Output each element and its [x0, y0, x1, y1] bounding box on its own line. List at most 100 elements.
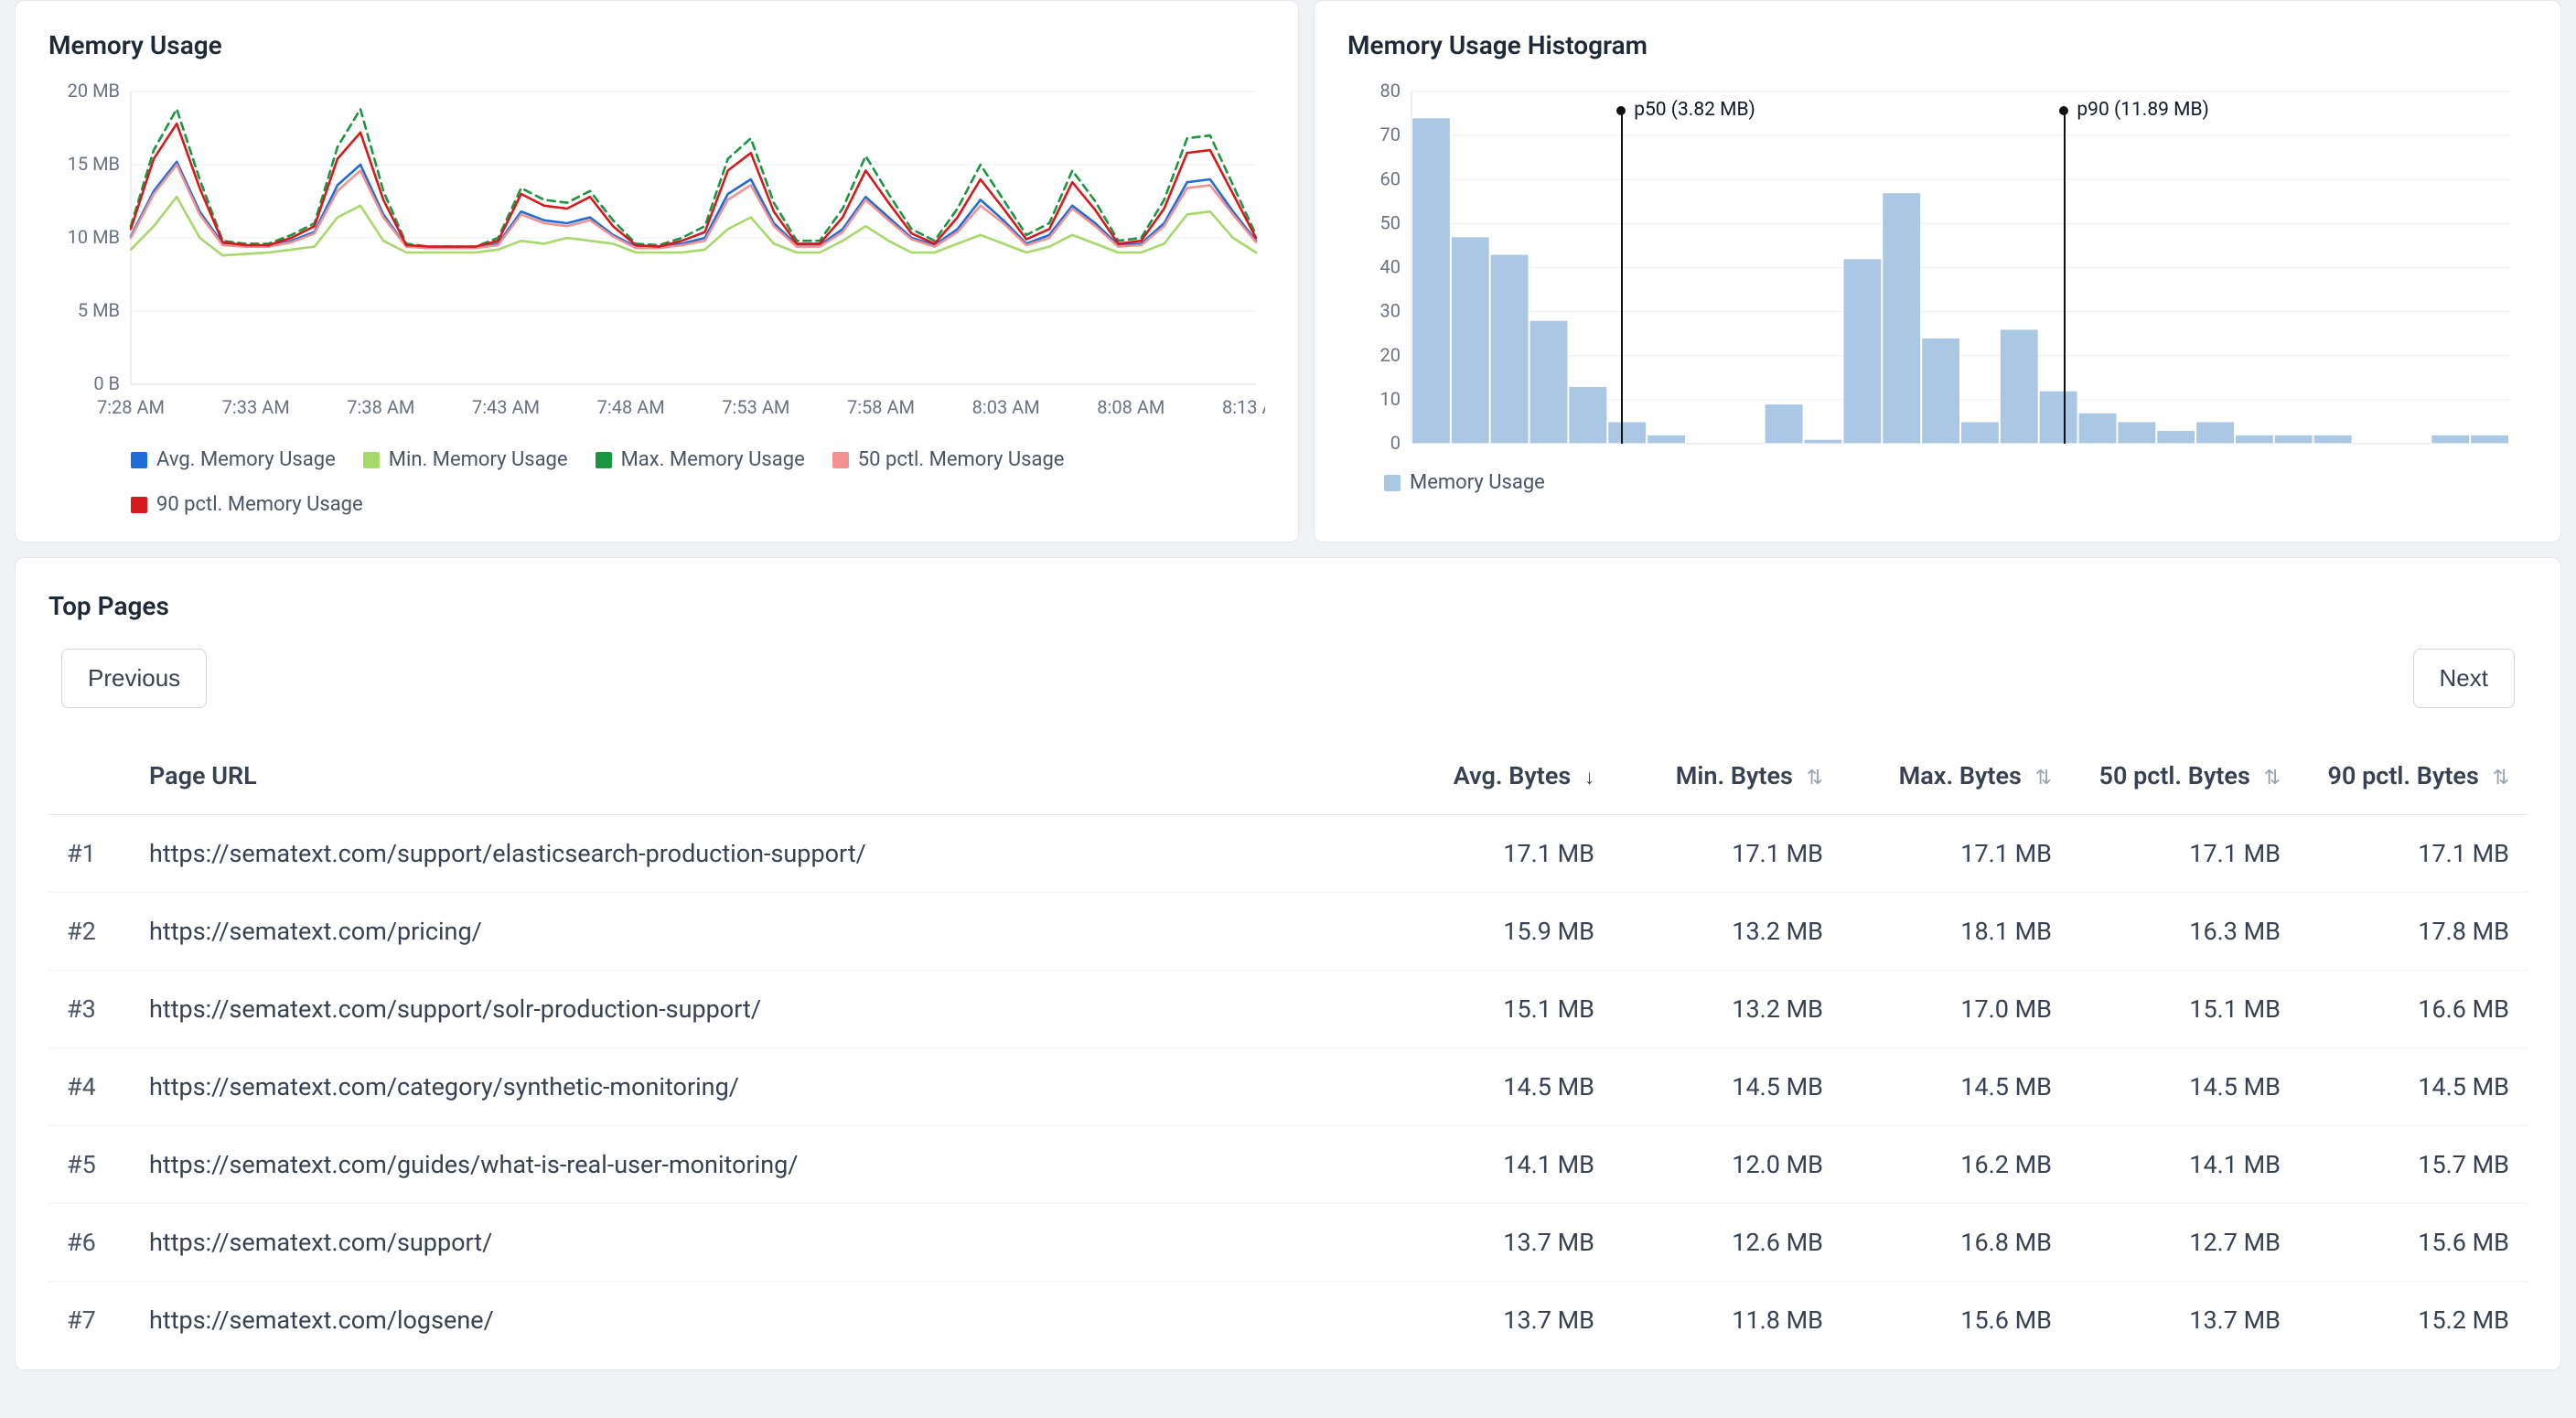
svg-text:20: 20	[1380, 344, 1401, 366]
row-rank: #3	[48, 971, 131, 1048]
legend-label: 50 pctl. Memory Usage	[858, 448, 1065, 471]
table-row[interactable]: #4https://sematext.com/category/syntheti…	[48, 1048, 2528, 1126]
svg-text:7:58 AM: 7:58 AM	[847, 396, 915, 418]
row-p50: 14.1 MB	[2070, 1126, 2299, 1204]
next-button[interactable]: Next	[2413, 649, 2515, 708]
row-min: 13.2 MB	[1613, 893, 1841, 971]
row-max: 17.0 MB	[1841, 971, 2070, 1048]
row-max: 16.8 MB	[1841, 1204, 2070, 1282]
row-min: 11.8 MB	[1613, 1282, 1841, 1359]
table-row[interactable]: #7https://sematext.com/logsene/13.7 MB11…	[48, 1282, 2528, 1359]
row-max: 15.6 MB	[1841, 1282, 2070, 1359]
svg-text:70: 70	[1380, 124, 1401, 145]
legend-label: Max. Memory Usage	[621, 448, 805, 471]
svg-text:8:08 AM: 8:08 AM	[1097, 396, 1165, 418]
legend-label: Avg. Memory Usage	[156, 448, 336, 471]
row-url: https://sematext.com/support/	[131, 1204, 1384, 1282]
column-header-min[interactable]: Min. Bytes ⇅	[1613, 737, 1841, 815]
row-url: https://sematext.com/support/solr-produc…	[131, 971, 1384, 1048]
row-p50: 12.7 MB	[2070, 1204, 2299, 1282]
row-p90: 17.1 MB	[2299, 815, 2528, 893]
row-avg: 14.5 MB	[1384, 1048, 1613, 1126]
row-avg: 17.1 MB	[1384, 815, 1613, 893]
svg-text:7:43 AM: 7:43 AM	[472, 396, 540, 418]
table-row[interactable]: #1https://sematext.com/support/elasticse…	[48, 815, 2528, 893]
memory-histogram-chart[interactable]: 01020304050607080 p50 (3.82 MB)p90 (11.8…	[1347, 82, 2528, 453]
memory-usage-chart[interactable]: 0 B5 MB10 MB15 MB20 MB7:28 AM7:33 AM7:38…	[48, 82, 1265, 430]
svg-text:60: 60	[1380, 167, 1401, 189]
previous-button[interactable]: Previous	[61, 649, 207, 708]
table-pagination: Previous Next	[61, 649, 2515, 708]
legend-item-memory-usage[interactable]: Memory Usage	[1384, 471, 1545, 494]
row-rank: #2	[48, 893, 131, 971]
table-row[interactable]: #5https://sematext.com/guides/what-is-re…	[48, 1126, 2528, 1204]
legend-item[interactable]: 50 pctl. Memory Usage	[832, 448, 1065, 471]
memory-histogram-panel: Memory Usage Histogram 01020304050607080…	[1314, 0, 2561, 542]
row-max: 14.5 MB	[1841, 1048, 2070, 1126]
row-p50: 17.1 MB	[2070, 815, 2299, 893]
row-p50: 15.1 MB	[2070, 971, 2299, 1048]
legend-label: 90 pctl. Memory Usage	[156, 493, 363, 516]
column-header-url: Page URL	[131, 737, 1384, 815]
legend-item[interactable]: 90 pctl. Memory Usage	[131, 493, 363, 516]
row-p50: 14.5 MB	[2070, 1048, 2299, 1126]
row-avg: 13.7 MB	[1384, 1282, 1613, 1359]
row-p90: 15.7 MB	[2299, 1126, 2528, 1204]
table-row[interactable]: #3https://sematext.com/support/solr-prod…	[48, 971, 2528, 1048]
row-avg: 15.1 MB	[1384, 971, 1613, 1048]
legend-item[interactable]: Max. Memory Usage	[596, 448, 805, 471]
row-min: 14.5 MB	[1613, 1048, 1841, 1126]
top-pages-panel: Top Pages Previous Next Page URLAvg. Byt…	[15, 557, 2561, 1370]
table-row[interactable]: #2https://sematext.com/pricing/15.9 MB13…	[48, 893, 2528, 971]
legend-item[interactable]: Min. Memory Usage	[363, 448, 568, 471]
row-rank: #1	[48, 815, 131, 893]
memory-usage-title: Memory Usage	[48, 30, 1265, 60]
svg-text:30: 30	[1380, 300, 1401, 322]
row-url: https://sematext.com/pricing/	[131, 893, 1384, 971]
row-rank: #5	[48, 1126, 131, 1204]
svg-text:80: 80	[1380, 82, 1401, 102]
row-p90: 16.6 MB	[2299, 971, 2528, 1048]
memory-usage-legend: Avg. Memory Usage Min. Memory Usage Max. M…	[48, 448, 1265, 516]
memory-histogram-legend: Memory Usage	[1347, 471, 2528, 494]
svg-text:40: 40	[1380, 256, 1401, 278]
row-avg: 14.1 MB	[1384, 1126, 1613, 1204]
svg-text:20 MB: 20 MB	[68, 82, 120, 102]
sort-icon: ⇅	[1807, 767, 1823, 790]
sort-icon: ⇅	[2493, 767, 2509, 790]
row-min: 13.2 MB	[1613, 971, 1841, 1048]
column-header-max[interactable]: Max. Bytes ⇅	[1841, 737, 2070, 815]
svg-text:15 MB: 15 MB	[68, 153, 120, 175]
row-max: 16.2 MB	[1841, 1126, 2070, 1204]
svg-text:50: 50	[1380, 211, 1401, 233]
svg-text:0: 0	[1390, 432, 1401, 453]
legend-label: Memory Usage	[1410, 471, 1545, 494]
row-p90: 14.5 MB	[2299, 1048, 2528, 1126]
column-header-p50[interactable]: 50 pctl. Bytes ⇅	[2070, 737, 2299, 815]
legend-label: Min. Memory Usage	[389, 448, 568, 471]
row-rank: #4	[48, 1048, 131, 1126]
table-row[interactable]: #6https://sematext.com/support/13.7 MB12…	[48, 1204, 2528, 1282]
row-url: https://sematext.com/guides/what-is-real…	[131, 1126, 1384, 1204]
row-url: https://sematext.com/logsene/	[131, 1282, 1384, 1359]
sort-desc-icon: ↓	[1584, 767, 1594, 790]
row-p90: 17.8 MB	[2299, 893, 2528, 971]
top-pages-table: Page URLAvg. Bytes ↓Min. Bytes ⇅Max. Byt…	[48, 737, 2528, 1359]
svg-text:7:53 AM: 7:53 AM	[722, 396, 789, 418]
row-max: 18.1 MB	[1841, 893, 2070, 971]
legend-item[interactable]: Avg. Memory Usage	[131, 448, 336, 471]
memory-usage-panel: Memory Usage 0 B5 MB10 MB15 MB20 MB7:28 …	[15, 0, 1299, 542]
row-avg: 13.7 MB	[1384, 1204, 1613, 1282]
column-header-avg[interactable]: Avg. Bytes ↓	[1384, 737, 1613, 815]
column-header-p90[interactable]: 90 pctl. Bytes ⇅	[2299, 737, 2528, 815]
sort-icon: ⇅	[2035, 767, 2052, 790]
row-min: 12.0 MB	[1613, 1126, 1841, 1204]
sort-icon: ⇅	[2264, 767, 2281, 790]
svg-text:10: 10	[1380, 388, 1401, 410]
svg-text:7:48 AM: 7:48 AM	[597, 396, 665, 418]
row-url: https://sematext.com/category/synthetic-…	[131, 1048, 1384, 1126]
svg-text:8:13 AM: 8:13 AM	[1222, 396, 1265, 418]
row-p50: 16.3 MB	[2070, 893, 2299, 971]
row-rank: #7	[48, 1282, 131, 1359]
svg-text:7:33 AM: 7:33 AM	[222, 396, 290, 418]
